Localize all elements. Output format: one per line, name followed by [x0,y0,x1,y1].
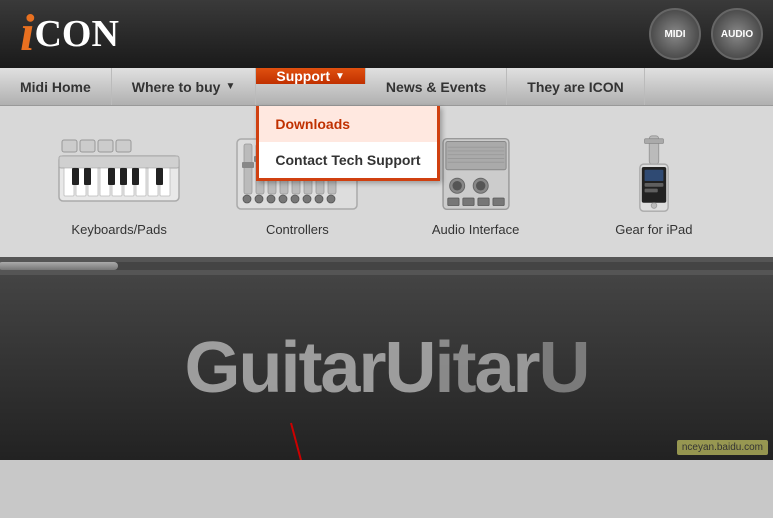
nav-news-events-label: News & Events [386,79,486,95]
header-icons: MIDI AUDIO [649,8,763,60]
controllers-label: Controllers [266,222,329,237]
navbar: Midi Home Where to buy ▼ Support ▼ Downl… [0,68,773,106]
logo-i: i [20,8,34,60]
header: i CON MIDI AUDIO [0,0,773,68]
gear-for-ipad-svg [614,134,694,214]
red-diagonal-line [290,423,370,460]
banner-text: GuitarUitarU [184,327,588,409]
scroll-thumb[interactable] [0,262,118,270]
product-gear-for-ipad[interactable]: Gear for iPad [584,131,724,237]
scroll-track[interactable] [0,262,773,270]
nav-they-are-icon-label: They are ICON [527,79,623,95]
nav-where-to-buy[interactable]: Where to buy ▼ [112,68,257,105]
keyboards-pads-svg [54,136,184,211]
nav-midi-home-label: Midi Home [20,79,91,95]
logo: i CON [20,8,119,60]
nav-news-events[interactable]: News & Events [366,68,507,105]
gear-for-ipad-image [584,131,724,216]
logo-con: CON [34,15,118,53]
scrollbar-row: ▶ [0,257,773,275]
nav-where-to-buy-label: Where to buy [132,79,221,95]
bottom-banner: GuitarUitarU nceyan.baidu.com [0,275,773,460]
nav-they-are-icon[interactable]: They are ICON [507,68,644,105]
dropdown-downloads[interactable]: Downloads [259,106,436,142]
support-dropdown: Downloads Contact Tech Support [256,106,439,181]
watermark: nceyan.baidu.com [677,440,768,455]
keyboards-pads-label: Keyboards/Pads [71,222,166,237]
keyboards-pads-image [49,131,189,216]
dropdown-contact-tech-support[interactable]: Contact Tech Support [259,142,436,178]
nav-support[interactable]: Support ▼ [256,68,366,84]
nav-midi-home[interactable]: Midi Home [0,68,112,105]
midi-icon-btn[interactable]: MIDI [649,8,701,60]
audio-interface-label: Audio Interface [432,222,519,237]
support-arrow-icon: ▼ [335,71,345,82]
product-keyboards-pads[interactable]: Keyboards/Pads [49,131,189,237]
gear-for-ipad-label: Gear for iPad [615,222,692,237]
audio-interface-svg [426,134,526,214]
nav-support-label: Support [276,68,330,84]
nav-support-wrapper: Support ▼ Downloads Contact Tech Support [256,68,366,105]
where-to-buy-arrow-icon: ▼ [225,81,235,92]
audio-icon-btn[interactable]: AUDIO [711,8,763,60]
